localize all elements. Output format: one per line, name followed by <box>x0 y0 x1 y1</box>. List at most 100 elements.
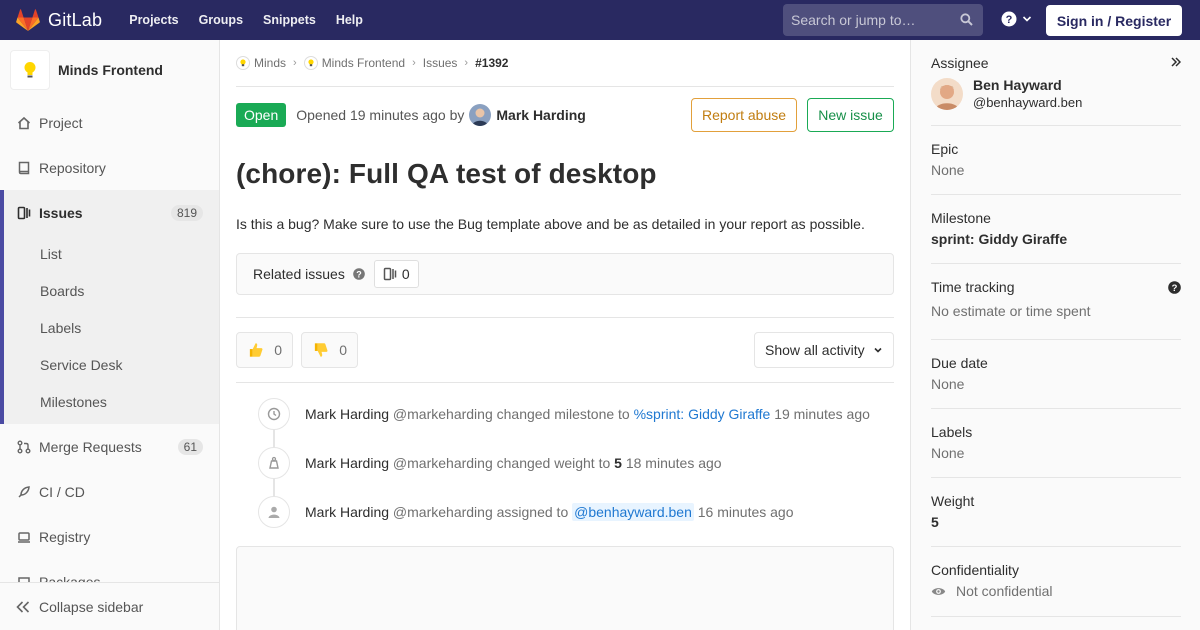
eye-icon <box>931 587 946 595</box>
thumbs-up-button[interactable]: 0 <box>236 332 293 368</box>
nav-help[interactable]: Help <box>336 13 363 27</box>
help-dropdown[interactable]: ? <box>1001 11 1032 27</box>
lightbulb-icon <box>24 62 36 78</box>
gitlab-logo[interactable]: GitLab <box>16 0 102 40</box>
search-box[interactable] <box>783 4 983 36</box>
weight-value: 5 <box>614 455 622 471</box>
system-note-milestone: Mark Harding @markeharding changed miles… <box>258 398 898 430</box>
sidebar-subitem-list[interactable]: List <box>4 235 219 272</box>
time-tracking-title: Time tracking <box>931 279 1015 295</box>
confidentiality-value-row: Not confidential <box>931 583 1181 599</box>
new-issue-button[interactable]: New issue <box>807 98 894 132</box>
note-handle[interactable]: @markeharding <box>393 406 493 422</box>
milestone-value[interactable]: sprint: Giddy Giraffe <box>931 231 1181 247</box>
book-icon <box>16 160 32 176</box>
breadcrumb-project[interactable]: Minds Frontend <box>303 56 406 70</box>
sidebar-item-label: Project <box>39 114 83 131</box>
nav-snippets[interactable]: Snippets <box>263 13 316 27</box>
breadcrumb-issues[interactable]: Issues <box>423 56 458 70</box>
assignee-user[interactable]: Ben Hayward @benhayward.ben <box>931 77 1181 110</box>
epic-value: None <box>931 162 965 178</box>
epic-block: Epic None <box>931 126 1181 195</box>
milestone-link[interactable]: %sprint: Giddy Giraffe <box>634 406 771 422</box>
note-time: 19 minutes ago <box>774 406 870 422</box>
note-author[interactable]: Mark Harding <box>305 406 389 422</box>
left-sidebar: Minds Frontend Project Repository Issues… <box>0 40 220 630</box>
author-name[interactable]: Mark Harding <box>496 107 585 123</box>
project-name: Minds Frontend <box>58 62 163 78</box>
nav-projects[interactable]: Projects <box>129 13 178 27</box>
svg-text:?: ? <box>1006 14 1013 26</box>
author-avatar[interactable] <box>469 104 492 126</box>
weight-value: 5 <box>931 514 939 530</box>
breadcrumb-group[interactable]: Minds <box>236 56 286 70</box>
issues-icon <box>383 267 397 281</box>
breadcrumb-issue-number[interactable]: #1392 <box>475 56 508 70</box>
activity-filter-dropdown[interactable]: Show all activity <box>754 332 894 368</box>
sidebar-subitem-service-desk[interactable]: Service Desk <box>4 346 219 383</box>
note-action: changed milestone to <box>496 406 630 422</box>
note-time: 18 minutes ago <box>625 455 722 471</box>
sidebar-subitem-labels[interactable]: Labels <box>4 309 219 346</box>
breadcrumb-separator: › <box>293 57 297 69</box>
gitlab-tanuki-icon <box>16 9 40 31</box>
related-issues-panel: Related issues ? 0 <box>236 253 894 295</box>
clock-icon <box>258 398 290 430</box>
issue-header: Open Opened 19 minutes ago by Mark Hardi… <box>236 98 894 132</box>
nav-groups[interactable]: Groups <box>199 13 243 27</box>
weight-title: Weight <box>931 493 975 509</box>
epic-title: Epic <box>931 141 959 157</box>
sidebar-item-merge-requests[interactable]: Merge Requests 61 <box>0 424 219 469</box>
comment-form[interactable] <box>236 546 894 630</box>
opened-text: Opened 19 minutes ago by <box>296 107 465 123</box>
search-input[interactable] <box>791 12 951 28</box>
issues-icon <box>16 205 32 221</box>
breadcrumb: Minds › Minds Frontend › Issues › #1392 <box>236 40 894 87</box>
brand-name: GitLab <box>48 9 103 30</box>
double-chevron-right-icon[interactable] <box>1171 57 1181 67</box>
note-text: Mark Harding @markeharding changed miles… <box>305 406 870 422</box>
rocket-icon <box>16 484 32 500</box>
right-sidebar: Assignee Ben Hayward @benhayward.ben Epi… <box>910 40 1200 630</box>
note-handle[interactable]: @markeharding <box>393 455 493 471</box>
sidebar-item-project[interactable]: Project <box>0 100 219 145</box>
question-icon[interactable]: ? <box>353 268 365 280</box>
svg-text:?: ? <box>356 269 362 279</box>
avatar <box>931 77 963 110</box>
note-author[interactable]: Mark Harding <box>305 455 389 471</box>
sidebar-item-label: Registry <box>39 528 91 545</box>
question-icon[interactable]: ? <box>1168 281 1181 294</box>
mr-count-badge: 61 <box>177 438 203 455</box>
sign-in-button[interactable]: Sign in / Register <box>1046 5 1182 36</box>
breadcrumb-project-label: Minds Frontend <box>321 56 406 70</box>
note-text: Mark Harding @markeharding changed weigh… <box>305 455 722 471</box>
issues-submenu: List Boards Labels Service Desk Mileston… <box>0 235 219 424</box>
svg-text:?: ? <box>1172 283 1178 294</box>
confidentiality-block: Confidentiality Not confidential <box>931 547 1181 617</box>
related-count-value: 0 <box>401 266 410 282</box>
note-time: 16 minutes ago <box>697 504 794 520</box>
sidebar-subitem-boards[interactable]: Boards <box>4 272 219 309</box>
container-icon <box>16 529 32 545</box>
sidebar-item-issues[interactable]: Issues 819 <box>0 190 219 235</box>
sidebar-item-cicd[interactable]: CI / CD <box>0 469 219 514</box>
project-header[interactable]: Minds Frontend <box>0 40 219 100</box>
weight-block: Weight 5 <box>931 478 1181 547</box>
related-issues-count: 0 <box>373 260 419 288</box>
related-issues-label: Related issues <box>253 266 345 282</box>
note-handle[interactable]: @markeharding <box>393 504 493 520</box>
thumbs-down-count: 0 <box>339 342 347 358</box>
report-abuse-button[interactable]: Report abuse <box>691 98 797 132</box>
collapse-sidebar-button[interactable]: Collapse sidebar <box>0 582 219 630</box>
chevron-down-icon <box>874 347 882 353</box>
lightbulb-icon <box>236 56 250 70</box>
sidebar-item-repository[interactable]: Repository <box>0 145 219 190</box>
note-action: assigned to <box>496 504 569 520</box>
thumbs-down-button[interactable]: 0 <box>301 332 358 368</box>
sidebar-subitem-milestones[interactable]: Milestones <box>4 383 219 420</box>
time-tracking-value: No estimate or time spent <box>931 303 1091 319</box>
note-author[interactable]: Mark Harding <box>305 504 389 520</box>
main-content: Minds › Minds Frontend › Issues › #1392 … <box>236 40 894 630</box>
sidebar-item-registry[interactable]: Registry <box>0 514 219 559</box>
user-mention-link[interactable]: @benhayward.ben <box>572 503 694 521</box>
